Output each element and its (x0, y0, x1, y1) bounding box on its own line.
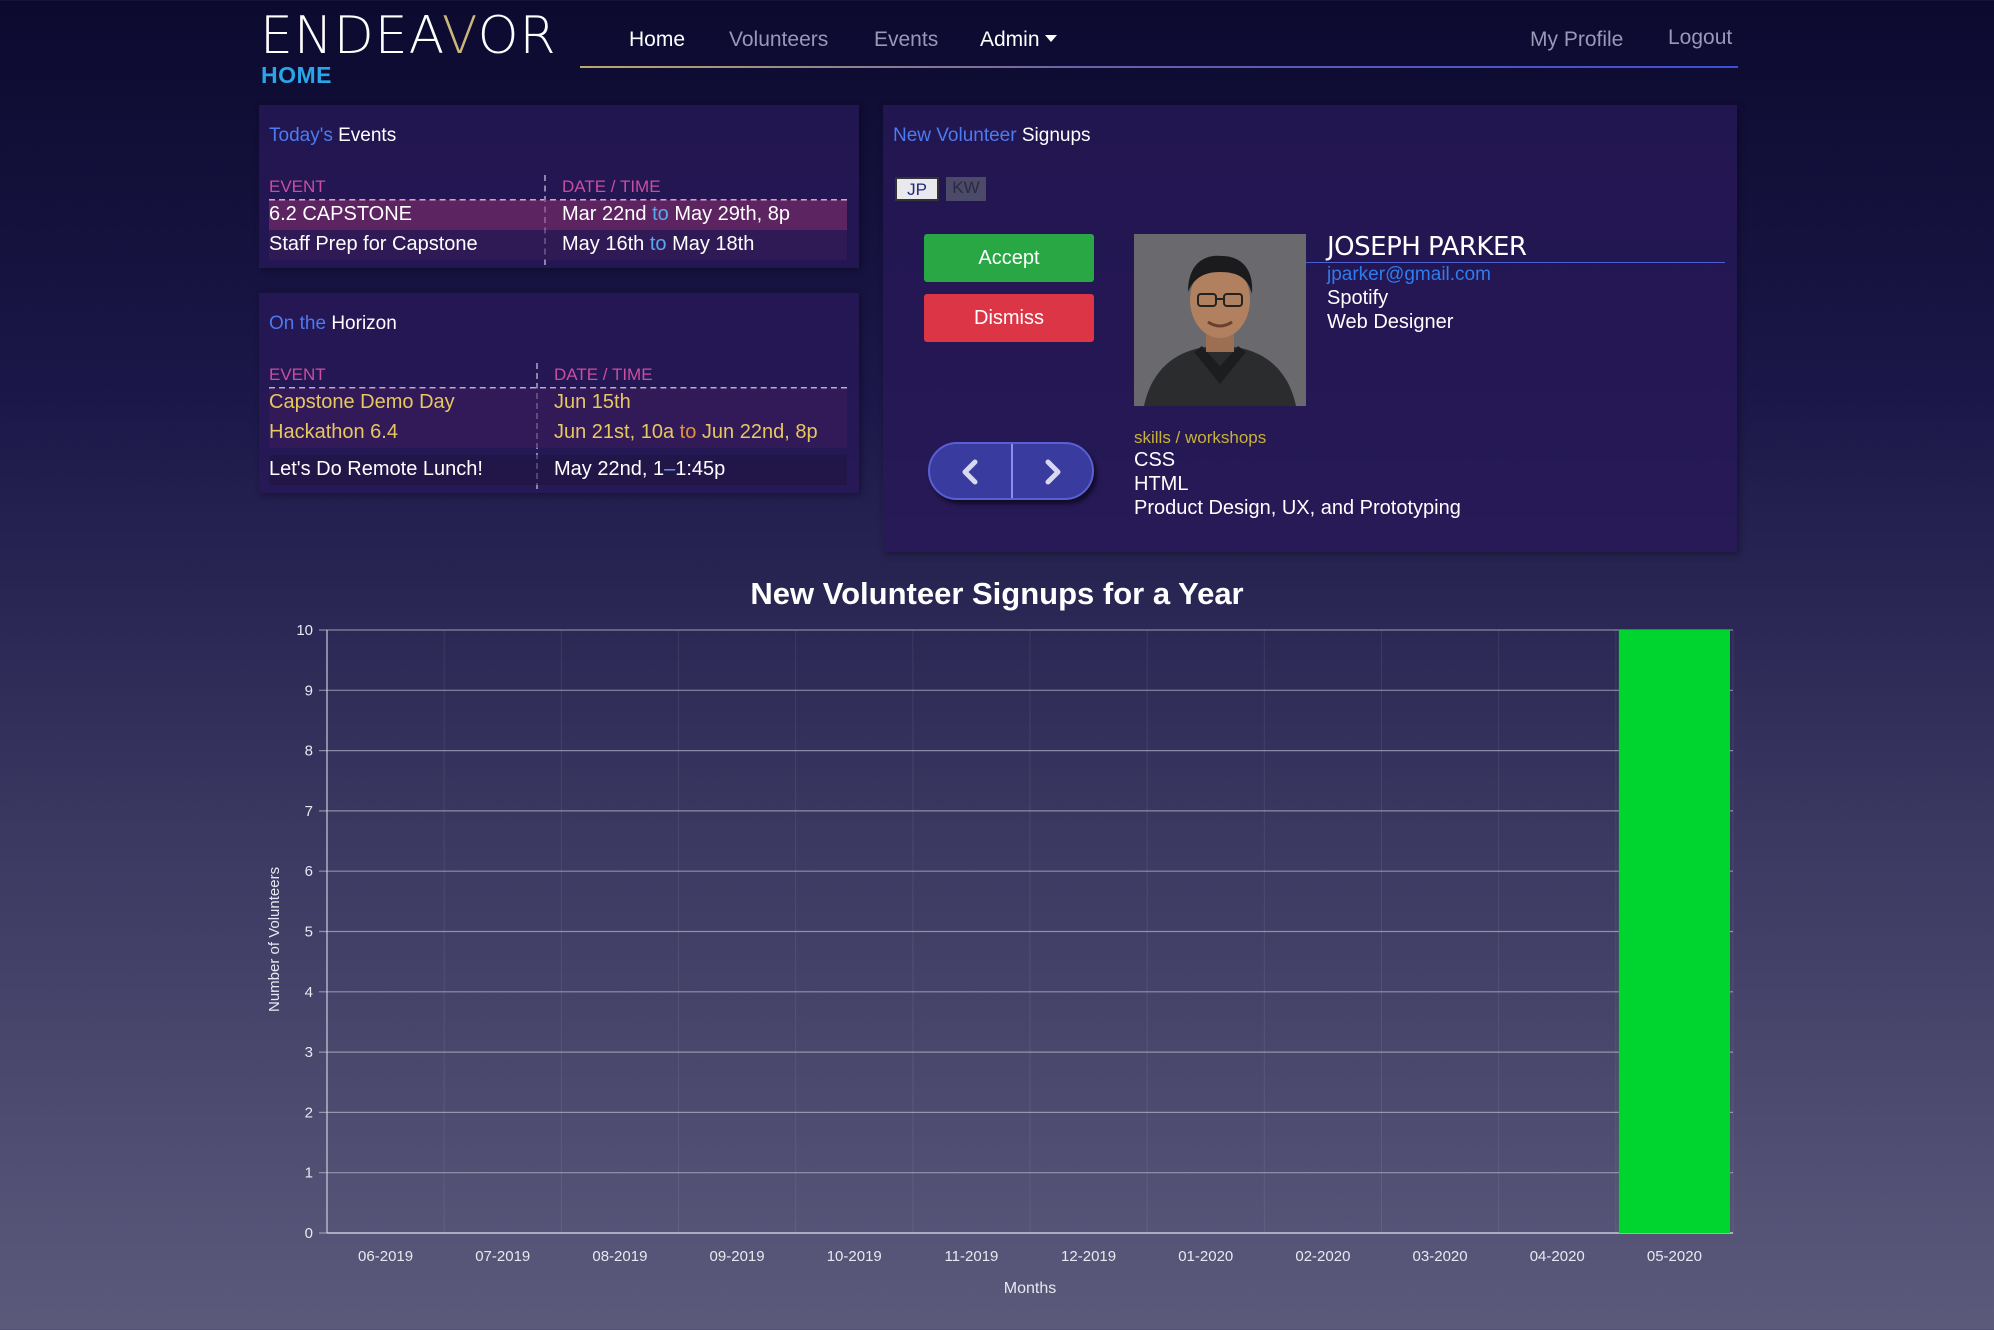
signups-bar-chart: 0 1 2 3 4 5 6 7 8 9 10 06-2019 07-2019 08-2019 09-2019… (296, 622, 1734, 1265)
y-tick-label: 1 (305, 1165, 313, 1182)
x-tick-label: 08-2019 (592, 1248, 647, 1265)
x-tick-label: 07-2019 (475, 1248, 530, 1265)
x-tick-label: 04-2020 (1530, 1248, 1585, 1265)
y-tick-label: 9 (305, 682, 313, 699)
y-tick-label: 0 (305, 1225, 313, 1242)
y-axis-title: Number of Volunteers (266, 866, 283, 1012)
x-tick-label: 10-2019 (827, 1248, 882, 1265)
y-tick-label: 7 (305, 803, 313, 820)
x-tick-label: 03-2020 (1413, 1248, 1468, 1265)
y-tick-label: 10 (296, 622, 313, 639)
y-tick-label: 3 (305, 1044, 313, 1061)
y-tick-label: 4 (305, 984, 313, 1001)
y-tick-label: 5 (305, 924, 313, 941)
x-tick-label: 06-2019 (358, 1248, 413, 1265)
y-tick-label: 2 (305, 1104, 313, 1121)
y-tick-label: 6 (305, 863, 313, 880)
x-tick-label: 05-2020 (1647, 1248, 1702, 1265)
x-tick-label: 09-2019 (710, 1248, 765, 1265)
x-tick-label: 01-2020 (1178, 1248, 1233, 1265)
x-tick-label: 11-2019 (944, 1248, 998, 1265)
y-tick-label: 8 (305, 743, 313, 760)
bar-05-2020 (1618, 630, 1730, 1233)
x-tick-label: 12-2019 (1061, 1248, 1116, 1265)
x-axis-title: Months (1003, 1280, 1057, 1297)
x-tick-label: 02-2020 (1295, 1248, 1350, 1265)
